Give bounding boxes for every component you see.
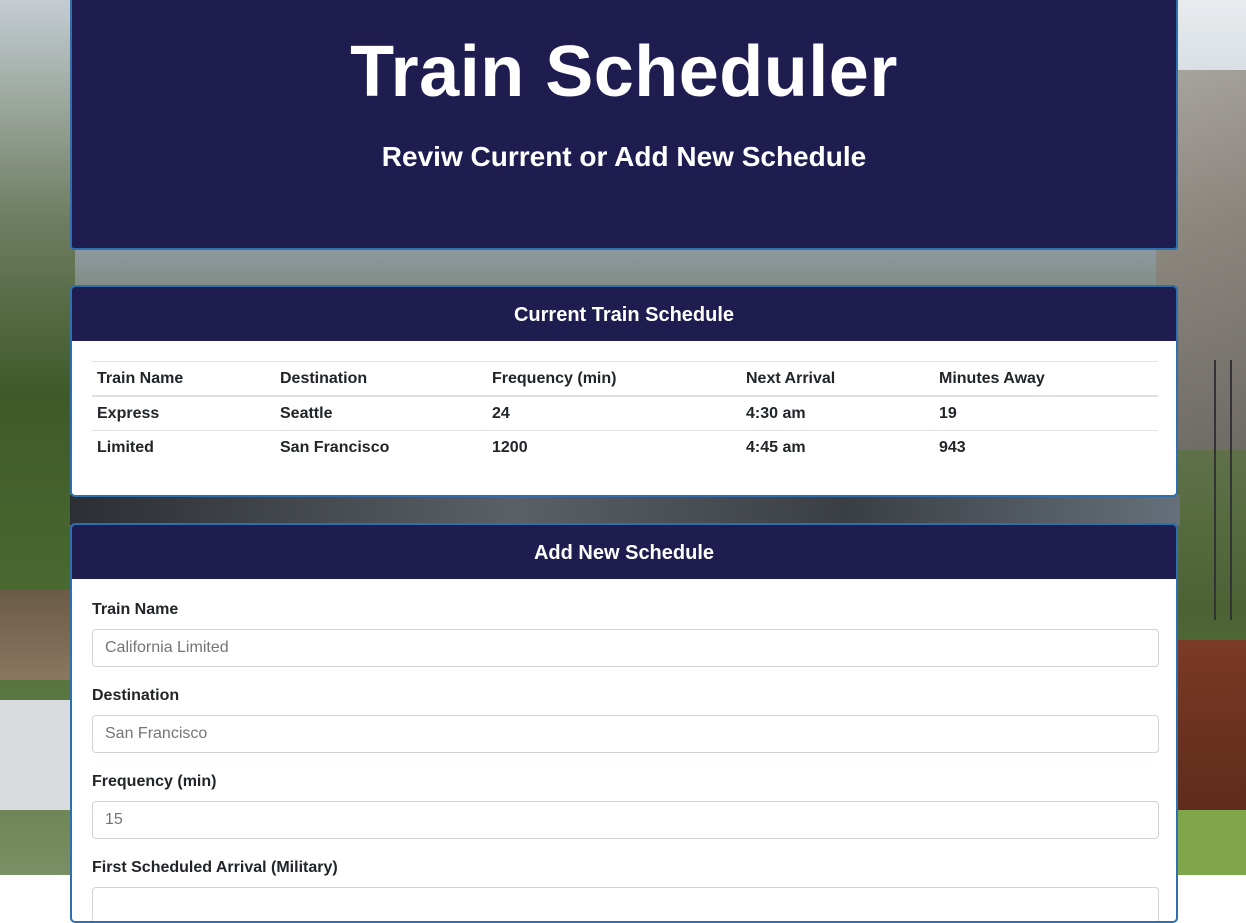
train-name-input[interactable] — [92, 629, 1159, 667]
cell-train-name: Express — [92, 395, 275, 431]
train-name-field-group: Train Name — [92, 599, 1159, 685]
destination-field-group: Destination — [92, 685, 1159, 771]
schedule-card-title: Current Train Schedule — [72, 287, 1176, 341]
schedule-card: Current Train Schedule Train Name Destin… — [70, 285, 1178, 497]
column-header: Next Arrival — [741, 361, 934, 397]
page-subtitle: Reviw Current or Add New Schedule — [381, 141, 867, 172]
first-arrival-field-group: First Scheduled Arrival (Military) — [92, 857, 1159, 921]
first-arrival-label: First Scheduled Arrival (Military) — [92, 859, 338, 876]
cell-frequency: 24 — [487, 395, 741, 431]
frequency-field-group: Frequency (min) — [92, 771, 1159, 857]
column-header: Minutes Away — [934, 361, 1158, 397]
schedule-table: Train Name Destination Frequency (min) N… — [92, 361, 1158, 464]
page-title: Train Scheduler — [350, 32, 898, 112]
table-row: Express Seattle 24 4:30 am 19 — [92, 395, 1158, 431]
cell-next-arrival: 4:30 am — [741, 395, 934, 431]
train-name-label: Train Name — [92, 601, 179, 618]
cell-frequency: 1200 — [487, 430, 741, 464]
destination-input[interactable] — [92, 715, 1159, 753]
add-schedule-card-title: Add New Schedule — [72, 525, 1176, 579]
frequency-label: Frequency (min) — [92, 773, 217, 790]
frequency-input[interactable] — [92, 801, 1159, 839]
cell-next-arrival: 4:45 am — [741, 430, 934, 464]
table-header-row: Train Name Destination Frequency (min) N… — [92, 361, 1158, 397]
column-header: Train Name — [92, 361, 275, 397]
add-schedule-card: Add New Schedule Train Name Destination … — [70, 523, 1178, 923]
cell-minutes-away: 943 — [934, 430, 1158, 464]
header-jumbotron: Train Scheduler Reviw Current or Add New… — [70, 0, 1178, 250]
table-row: Limited San Francisco 1200 4:45 am 943 — [92, 430, 1158, 464]
destination-label: Destination — [92, 687, 180, 704]
first-arrival-input[interactable] — [92, 887, 1159, 921]
cell-destination: San Francisco — [275, 430, 487, 464]
cell-minutes-away: 19 — [934, 395, 1158, 431]
cell-train-name: Limited — [92, 430, 275, 464]
cell-destination: Seattle — [275, 395, 487, 431]
column-header: Frequency (min) — [487, 361, 741, 397]
column-header: Destination — [275, 361, 487, 397]
